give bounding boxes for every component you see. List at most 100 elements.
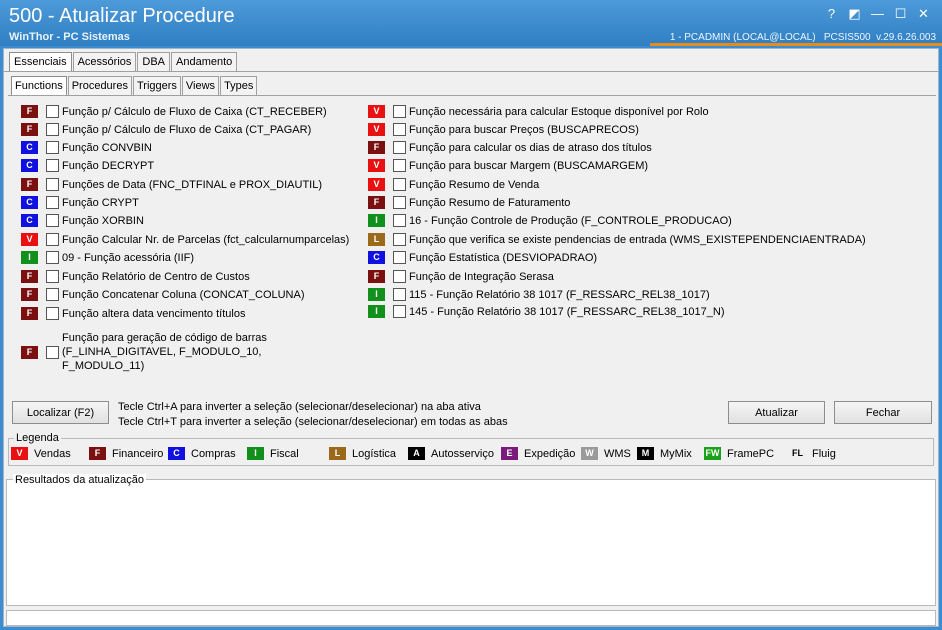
checkbox[interactable]	[393, 233, 406, 246]
checkbox[interactable]	[46, 345, 59, 359]
legend-item-fiscal: I Fiscal	[247, 447, 299, 460]
item-label: Função que verifica se existe pendencias…	[409, 233, 866, 246]
legend-badge: V	[11, 447, 28, 460]
tab-procedures[interactable]: Procedures	[67, 76, 132, 95]
checkbox[interactable]	[46, 251, 59, 264]
list-item[interactable]: F Função para geração de código de barras…	[21, 331, 267, 373]
legend-badge: W	[581, 447, 598, 460]
category-badge: F	[21, 307, 38, 320]
list-item[interactable]: V Função para buscar Margem (BUSCAMARGEM)	[368, 158, 648, 173]
checkbox[interactable]	[393, 105, 406, 118]
tab-divider	[4, 71, 938, 72]
list-item[interactable]: F Função Resumo de Faturamento	[368, 195, 570, 210]
list-item[interactable]: F Funções de Data (FNC_DTFINAL e PROX_DIA…	[21, 177, 322, 192]
list-item[interactable]: F Função p/ Cálculo de Fluxo de Caixa (CT…	[21, 122, 311, 137]
list-item[interactable]: I 145 - Função Relatório 38 1017 (F_RESSA…	[368, 304, 725, 319]
category-badge: C	[21, 141, 38, 154]
tab-acessorios[interactable]: Acessórios	[72, 52, 137, 71]
help-icon[interactable]: ?	[820, 6, 843, 22]
list-item[interactable]: F Função Relatório de Centro de Custos	[21, 269, 250, 284]
list-item[interactable]: F Função p/ Cálculo de Fluxo de Caixa (CT…	[21, 104, 327, 119]
checkbox[interactable]	[393, 251, 406, 264]
checkbox[interactable]	[46, 141, 59, 154]
list-item[interactable]: V Função necessária para calcular Estoque…	[368, 104, 709, 119]
results-panel[interactable]: Resultados da atualização	[6, 474, 936, 606]
list-item[interactable]: C Função XORBIN	[21, 213, 144, 228]
checkbox[interactable]	[393, 141, 406, 154]
main-tabs: Essenciais Acessórios DBA Andamento	[9, 52, 238, 71]
tab-triggers[interactable]: Triggers	[132, 76, 181, 95]
item-label: Função necessária para calcular Estoque …	[409, 105, 709, 118]
tab-andamento[interactable]: Andamento	[171, 52, 238, 71]
checkbox[interactable]	[393, 288, 406, 301]
checkbox[interactable]	[393, 305, 406, 318]
checkbox[interactable]	[46, 123, 59, 136]
checkbox[interactable]	[46, 178, 59, 191]
checkbox[interactable]	[46, 288, 59, 301]
category-badge: F	[21, 178, 38, 191]
checkbox[interactable]	[46, 233, 59, 246]
legend-item-logistica: L Logística	[329, 447, 396, 460]
checkbox[interactable]	[393, 270, 406, 283]
legend-group: Legenda V Vendas F Financeiro C Compras I Fi…	[8, 432, 934, 466]
list-item[interactable]: I 09 - Função acessória (IIF)	[21, 250, 194, 265]
checkbox[interactable]	[46, 159, 59, 172]
category-badge: I	[368, 305, 385, 318]
checkbox[interactable]	[46, 270, 59, 283]
legend-badge: E	[501, 447, 518, 460]
category-badge: F	[21, 123, 38, 136]
checkbox[interactable]	[46, 307, 59, 320]
category-badge: V	[368, 105, 385, 118]
checkbox[interactable]	[46, 214, 59, 227]
tab-types[interactable]: Types	[220, 76, 258, 95]
legend-badge: A	[408, 447, 425, 460]
list-item[interactable]: C Função DECRYPT	[21, 158, 154, 173]
checkbox[interactable]	[393, 178, 406, 191]
legend-title: Legenda	[14, 432, 61, 444]
list-item[interactable]: F Função Concatenar Coluna (CONCAT_COLUNA…	[21, 287, 305, 302]
checkbox[interactable]	[46, 105, 59, 118]
item-label: Função Concatenar Coluna (CONCAT_COLUNA)	[62, 288, 305, 301]
status-bar	[6, 610, 936, 626]
list-item[interactable]: I 16 - Função Controle de Produção (F_CON…	[368, 213, 732, 228]
category-badge: C	[368, 251, 385, 264]
list-item[interactable]: F Função de Integração Serasa	[368, 269, 554, 284]
window-title: 500 - Atualizar Procedure	[9, 5, 235, 27]
list-item[interactable]: L Função que verifica se existe pendencia…	[368, 232, 866, 247]
atualizar-button[interactable]: Atualizar	[728, 401, 825, 424]
checkbox[interactable]	[393, 159, 406, 172]
list-item[interactable]: F Função para calcular os dias de atraso …	[368, 140, 652, 155]
list-item[interactable]: V Função para buscar Preços (BUSCAPRECOS)	[368, 122, 639, 137]
checkbox[interactable]	[393, 123, 406, 136]
item-label: Função para buscar Preços (BUSCAPRECOS)	[409, 123, 639, 136]
tab-dba[interactable]: DBA	[137, 52, 170, 71]
tab-functions[interactable]: Functions	[11, 76, 67, 95]
category-badge: F	[368, 141, 385, 154]
checkbox[interactable]	[393, 214, 406, 227]
legend-badge: FW	[704, 447, 721, 460]
dock-icon[interactable]: ◩	[843, 6, 866, 22]
list-item[interactable]: C Função CRYPT	[21, 195, 139, 210]
category-badge: F	[21, 270, 38, 283]
legend-item-expedicao: E Expedição	[501, 447, 575, 460]
legend-item-financeiro: F Financeiro	[89, 447, 163, 460]
maximize-icon[interactable]: ☐	[889, 6, 912, 22]
checkbox[interactable]	[46, 196, 59, 209]
item-label: Função para calcular os dias de atraso d…	[409, 141, 652, 154]
tab-views[interactable]: Views	[181, 76, 220, 95]
list-item[interactable]: V Função Resumo de Venda	[368, 177, 539, 192]
list-item[interactable]: C Função Estatística (DESVIOPADRAO)	[368, 250, 597, 265]
fechar-button[interactable]: Fechar	[834, 401, 932, 424]
tab-essenciais[interactable]: Essenciais	[9, 52, 72, 71]
minimize-icon[interactable]: —	[866, 6, 889, 22]
item-label: Função Relatório de Centro de Custos	[62, 270, 250, 283]
item-label: Função para buscar Margem (BUSCAMARGEM)	[409, 159, 649, 172]
close-icon[interactable]: ✕	[912, 6, 935, 22]
list-item[interactable]: C Função CONVBIN	[21, 140, 152, 155]
list-item[interactable]: I 115 - Função Relatório 38 1017 (F_RESSA…	[368, 287, 710, 302]
list-item[interactable]: V Função Calcular Nr. de Parcelas (fct_ca…	[21, 232, 349, 247]
list-item[interactable]: F Função altera data vencimento títulos	[21, 306, 245, 321]
legend-label: FramePC	[727, 447, 775, 460]
localizar-button[interactable]: Localizar (F2)	[12, 401, 109, 424]
checkbox[interactable]	[393, 196, 406, 209]
